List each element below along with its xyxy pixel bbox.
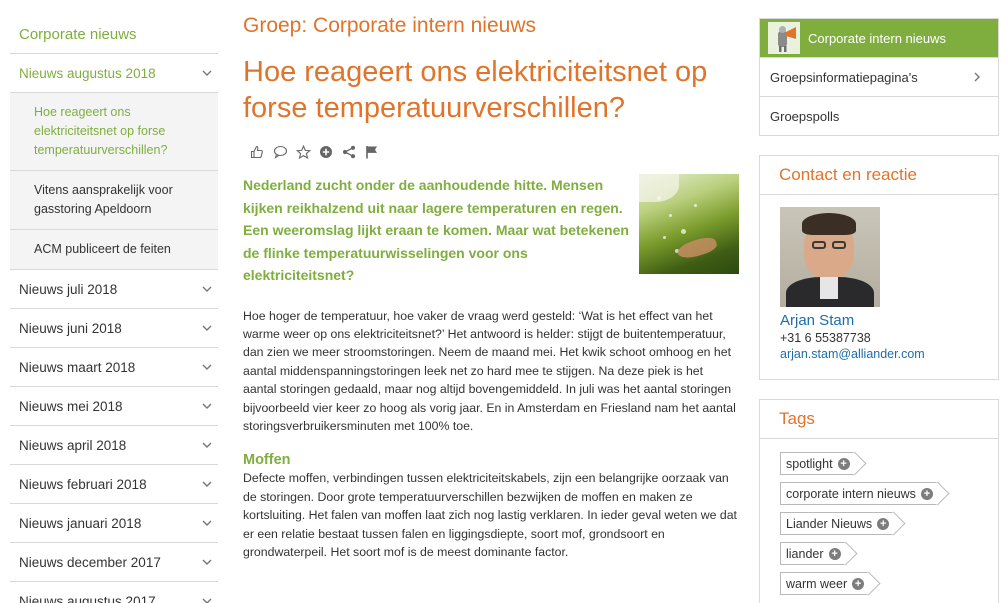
chevron-down-icon (200, 360, 214, 374)
sidebar-item-label: Nieuws mei 2018 (19, 398, 123, 414)
contact-phone: +31 6 55387738 (780, 331, 871, 345)
group-polls-link[interactable]: Groepspolls (760, 96, 998, 135)
tag-label: Liander Nieuws (786, 516, 873, 531)
plus-icon: + (877, 517, 890, 530)
group-name: Corporate intern nieuws (808, 30, 947, 46)
sidebar-item-month[interactable]: Nieuws januari 2018 (10, 504, 218, 543)
megaphone-icon (768, 22, 800, 54)
plus-icon: + (837, 457, 850, 470)
sidebar-subitem[interactable]: ACM publiceert de feiten (10, 230, 218, 270)
plus-icon: + (920, 487, 933, 500)
like-icon[interactable] (249, 144, 265, 160)
article: Groep: Corporate intern nieuws Hoe reage… (243, 12, 739, 561)
tag-label: corporate intern nieuws (786, 486, 916, 501)
chevron-down-icon (200, 555, 214, 569)
sidebar-submenu: Hoe reageert ons elektriciteitsnet op fo… (10, 93, 218, 270)
sidebar-item-month[interactable]: Nieuws december 2017 (10, 543, 218, 582)
tag-label: liander (786, 546, 824, 561)
chevron-down-icon (200, 438, 214, 452)
sidebar-heading[interactable]: Corporate nieuws (10, 18, 218, 54)
chevron-down-icon (200, 282, 214, 296)
chevron-down-icon (200, 321, 214, 335)
favorite-icon[interactable] (295, 144, 311, 160)
group-link-label: Groepspolls (770, 108, 840, 124)
tag-label: warm weer (786, 576, 848, 591)
tag[interactable]: spotlight + (780, 452, 854, 475)
chevron-down-icon (200, 477, 214, 491)
sidebar-item-month[interactable]: Nieuws maart 2018 (10, 348, 218, 387)
group-header[interactable]: Corporate intern nieuws (760, 19, 998, 57)
sidebar-subitem[interactable]: Vitens aansprakelijk voor gasstoring Ape… (10, 171, 218, 230)
sidebar-item-month[interactable]: Nieuws februari 2018 (10, 465, 218, 504)
sidebar-item-label: Nieuws juli 2018 (19, 281, 118, 297)
sidebar-item-month[interactable]: Nieuws mei 2018 (10, 387, 218, 426)
sidebar-item-label: Nieuws juni 2018 (19, 320, 122, 336)
chevron-right-icon (970, 70, 984, 87)
article-lead: Nederland zucht onder de aanhoudende hit… (243, 177, 629, 283)
contact-email[interactable]: arjan.stam@alliander.com (780, 347, 978, 361)
tag[interactable]: Liander Nieuws + (780, 512, 894, 535)
group-info-link[interactable]: Groepsinformatiepagina's (760, 57, 998, 96)
tags-card: Tags spotlight + corporate intern nieuws +… (759, 399, 999, 603)
sidebar-item-month[interactable]: Nieuws juli 2018 (10, 270, 218, 309)
lead-section: Nederland zucht onder de aanhoudende hit… (243, 174, 739, 287)
right-column: Corporate intern nieuws Groepsinformatie… (759, 18, 999, 603)
article-image (639, 174, 739, 274)
article-subheading: Moffen (243, 452, 291, 469)
tag[interactable]: liander + (780, 542, 845, 565)
group-title[interactable]: Groep: Corporate intern nieuws (243, 12, 739, 40)
chevron-down-icon (200, 516, 214, 530)
chevron-down-icon (200, 594, 214, 603)
sidebar-item-month[interactable]: Nieuws april 2018 (10, 426, 218, 465)
plus-icon: + (852, 577, 865, 590)
plus-icon: + (828, 547, 841, 560)
sidebar-item-label: Nieuws maart 2018 (19, 359, 136, 375)
sidebar-subitem-active[interactable]: Hoe reageert ons elektriciteitsnet op fo… (10, 93, 218, 171)
tag[interactable]: warm weer + (780, 572, 869, 595)
chevron-down-icon (200, 399, 214, 413)
comment-icon[interactable] (272, 144, 288, 160)
article-paragraph: Defecte moffen, verbindingen tussen elek… (243, 471, 737, 559)
contact-name[interactable]: Arjan Stam (780, 312, 978, 329)
add-icon[interactable] (318, 144, 334, 160)
sidebar-item-month[interactable]: Nieuws juni 2018 (10, 309, 218, 348)
sidebar-item-label: Nieuws januari 2018 (19, 515, 142, 531)
sidebar-item-month[interactable]: Nieuws augustus 2017 (10, 582, 218, 603)
article-paragraph: Hoe hoger de temperatuur, hoe vaker de v… (243, 308, 736, 433)
chevron-down-icon (200, 66, 214, 80)
tags-title: Tags (760, 400, 998, 439)
article-actions (249, 144, 739, 160)
article-title: Hoe reageert ons elektriciteitsnet op fo… (243, 56, 708, 124)
sidebar-nav: Corporate nieuws Nieuws augustus 2018 Ho… (10, 18, 218, 603)
contact-card: Contact en reactie Arjan Stam +31 6 5538… (759, 155, 999, 380)
sidebar-item-label: Nieuws augustus 2017 (19, 593, 156, 603)
group-link-label: Groepsinformatiepagina's (770, 69, 918, 85)
sidebar-item-label: Nieuws december 2017 (19, 554, 161, 570)
tag-label: spotlight (786, 456, 833, 471)
flag-icon[interactable] (364, 144, 380, 160)
sidebar-item-label: Nieuws augustus 2018 (19, 65, 156, 81)
tag[interactable]: corporate intern nieuws + (780, 482, 937, 505)
avatar (780, 207, 880, 307)
contact-title: Contact en reactie (760, 156, 998, 195)
group-box: Corporate intern nieuws Groepsinformatie… (759, 18, 999, 136)
share-icon[interactable] (341, 144, 357, 160)
sidebar-item-label: Nieuws februari 2018 (19, 476, 147, 492)
sidebar-item-label: Nieuws april 2018 (19, 437, 127, 453)
sidebar-item-open-month[interactable]: Nieuws augustus 2018 (10, 54, 218, 93)
